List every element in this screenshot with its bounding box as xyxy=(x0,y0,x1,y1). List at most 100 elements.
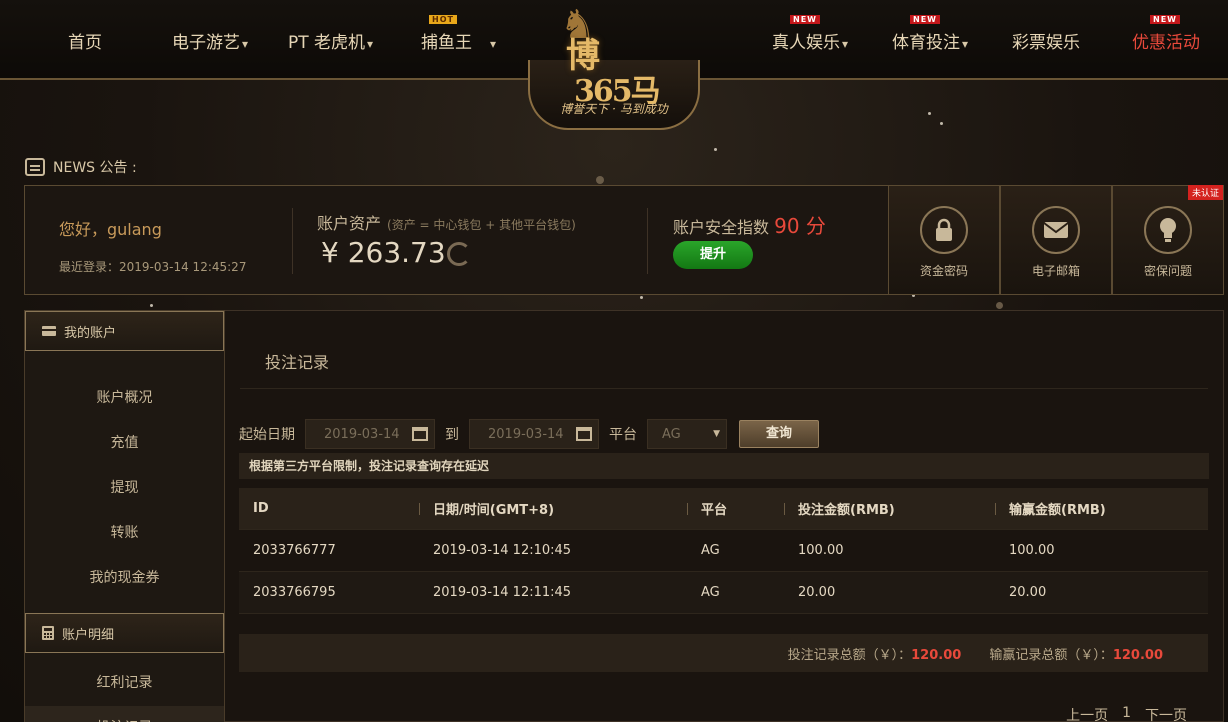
calendar-icon[interactable] xyxy=(412,427,428,441)
nav-live-casino[interactable]: NEW 真人娱乐 ▾ xyxy=(772,15,849,53)
brand-logo[interactable]: ♞ 博 365马 博誉天下 · 马到成功 xyxy=(520,0,708,132)
sidebar-section-account-details[interactable]: 账户明细 xyxy=(25,613,224,653)
nav-home[interactable]: 首页 xyxy=(68,28,102,53)
calculator-icon xyxy=(42,626,54,640)
security-score: 90 分 xyxy=(774,214,826,238)
platform-select[interactable]: AG ▼ xyxy=(647,419,727,449)
greeting: 您好，gulang xyxy=(59,220,162,239)
asset-note: (资产 = 中心钱包 + 其他平台钱包) xyxy=(387,218,576,232)
nav-promotions[interactable]: NEW 优惠活动 xyxy=(1132,15,1200,53)
news-bar[interactable]: NEWS 公告 : xyxy=(25,157,137,177)
sidebar-item-coupons[interactable]: 我的现金券 xyxy=(25,556,224,601)
sidebar-item-bet-records[interactable]: 投注记录 xyxy=(25,706,224,722)
sidebar-item-overview[interactable]: 账户概况 xyxy=(25,376,224,421)
totals-bar: 投注记录总额（￥）：120.00 输赢记录总额（￥）：120.00 xyxy=(239,634,1208,672)
security-question-box[interactable]: 密保问题 xyxy=(1112,185,1224,295)
cell-datetime: 2019-03-14 12:10:45 xyxy=(433,543,572,558)
star-sparkle xyxy=(940,122,943,125)
nav-pt-slots[interactable]: PT 老虎机 ▾ xyxy=(288,28,373,53)
asset-title: 账户资产 (资产 = 中心钱包 + 其他平台钱包) xyxy=(317,214,576,233)
sidebar-section-my-account[interactable]: 我的账户 xyxy=(25,311,224,351)
lock-icon xyxy=(920,206,968,254)
col-id: ID xyxy=(253,501,269,516)
security-options: 资金密码 电子邮箱 密保问题 xyxy=(888,185,1224,295)
bulb-icon xyxy=(1144,206,1192,254)
asset-amount: ¥ 263.73 xyxy=(321,236,446,269)
nav-sports[interactable]: NEW 体育投注 ▾ xyxy=(892,15,969,53)
chevron-down-icon: ▾ xyxy=(962,37,969,51)
card-icon xyxy=(42,326,56,336)
sidebar-item-bonus-records[interactable]: 红利记录 xyxy=(25,661,224,706)
last-login: 最近登录：2019-03-14 12:45:27 xyxy=(59,260,247,274)
calendar-icon[interactable] xyxy=(576,427,592,441)
nav-slots[interactable]: 电子游艺 ▾ xyxy=(172,28,248,53)
delay-notice: 根据第三方平台限制，投注记录查询存在延迟 xyxy=(239,453,1209,479)
win-total: 输赢记录总额（￥）：120.00 xyxy=(989,647,1163,663)
refresh-icon[interactable] xyxy=(447,242,471,266)
chevron-down-icon: ▾ xyxy=(367,37,374,51)
cell-bet-amount: 20.00 xyxy=(798,585,836,600)
title-divider xyxy=(240,388,1208,389)
security-title: 账户安全指数 90 分 xyxy=(673,214,826,238)
col-datetime: 日期/时间(GMT+8) xyxy=(419,499,687,518)
win-total-value: 120.00 xyxy=(1112,647,1163,663)
star-sparkle xyxy=(640,296,643,299)
table-row: 2033766795 2019-03-14 12:11:45 AG 20.00 … xyxy=(239,572,1208,614)
col-bet-amount: 投注金额(RMB) xyxy=(784,499,995,518)
cell-platform: AG xyxy=(701,585,720,600)
table-row: 2033766777 2019-03-14 12:10:45 AG 100.00… xyxy=(239,530,1208,572)
star-sparkle xyxy=(928,112,931,115)
pagination: 上一页 1 下一页 xyxy=(1066,705,1187,722)
upgrade-button[interactable]: 提升 xyxy=(673,241,753,269)
chevron-down-icon: ▾ xyxy=(842,37,849,51)
nav-fishing[interactable]: HOT 捕鱼王 ▾ xyxy=(421,15,496,53)
cell-id: 2033766795 xyxy=(253,585,336,600)
divider xyxy=(292,208,293,274)
cell-platform: AG xyxy=(701,543,720,558)
platform-label: 平台 xyxy=(609,427,637,443)
cell-id: 2033766777 xyxy=(253,543,336,558)
sidebar-item-withdraw[interactable]: 提现 xyxy=(25,466,224,511)
sidebar-item-deposit[interactable]: 充值 xyxy=(25,421,224,466)
next-page-link[interactable]: 下一页 xyxy=(1145,705,1187,722)
nav-lottery[interactable]: 彩票娱乐 xyxy=(1012,28,1080,53)
logo-slogan: 博誉天下 · 马到成功 xyxy=(560,102,668,116)
main-content: 投注记录 起始日期 2019-03-14 到 2019-03-14 平台 AG … xyxy=(225,310,1224,722)
star-sparkle xyxy=(596,176,604,184)
table-header: ID 日期/时间(GMT+8) 平台 投注金额(RMB) 输赢金额(RMB) xyxy=(239,488,1208,530)
fund-password-label: 资金密码 xyxy=(919,264,968,278)
email-label: 电子邮箱 xyxy=(1031,264,1080,278)
security-question-label: 密保问题 xyxy=(1143,264,1192,278)
cell-datetime: 2019-03-14 12:11:45 xyxy=(433,585,572,600)
hot-badge: HOT xyxy=(429,15,457,24)
col-platform: 平台 xyxy=(687,499,784,518)
end-date-input[interactable]: 2019-03-14 xyxy=(469,419,599,449)
start-date-label: 起始日期 xyxy=(239,427,295,443)
chevron-down-icon: ▾ xyxy=(242,37,249,51)
news-label: NEWS 公告 : xyxy=(53,160,137,176)
star-sparkle xyxy=(714,148,717,151)
star-sparkle xyxy=(150,304,153,307)
filter-bar: 起始日期 2019-03-14 到 2019-03-14 平台 AG ▼ 查询 xyxy=(239,419,819,449)
col-win-amount: 输赢金额(RMB) xyxy=(995,499,1208,518)
query-button[interactable]: 查询 xyxy=(739,420,819,448)
new-badge: NEW xyxy=(790,15,820,24)
start-date-input[interactable]: 2019-03-14 xyxy=(305,419,435,449)
bet-total-value: 120.00 xyxy=(911,647,962,663)
current-page[interactable]: 1 xyxy=(1122,705,1131,722)
news-icon xyxy=(25,158,45,176)
cell-win-amount: 20.00 xyxy=(1009,585,1047,600)
sidebar-item-transfer[interactable]: 转账 xyxy=(25,511,224,556)
cell-bet-amount: 100.00 xyxy=(798,543,844,558)
bet-records-table: ID 日期/时间(GMT+8) 平台 投注金额(RMB) 输赢金额(RMB) 2… xyxy=(239,488,1208,614)
cell-win-amount: 100.00 xyxy=(1009,543,1055,558)
sidebar: 我的账户 账户概况 充值 提现 转账 我的现金券 账户明细 红利记录 投注记录 xyxy=(24,310,225,722)
page-title: 投注记录 xyxy=(265,353,330,372)
bet-total: 投注记录总额（￥）：120.00 xyxy=(787,647,962,663)
new-badge: NEW xyxy=(910,15,940,24)
prev-page-link[interactable]: 上一页 xyxy=(1066,705,1108,722)
email-box[interactable]: 电子邮箱 xyxy=(1000,185,1112,295)
fund-password-box[interactable]: 资金密码 xyxy=(888,185,1000,295)
account-panel: 您好，gulang 最近登录：2019-03-14 12:45:27 账户资产(… xyxy=(24,185,1224,295)
star-sparkle xyxy=(996,302,1003,309)
